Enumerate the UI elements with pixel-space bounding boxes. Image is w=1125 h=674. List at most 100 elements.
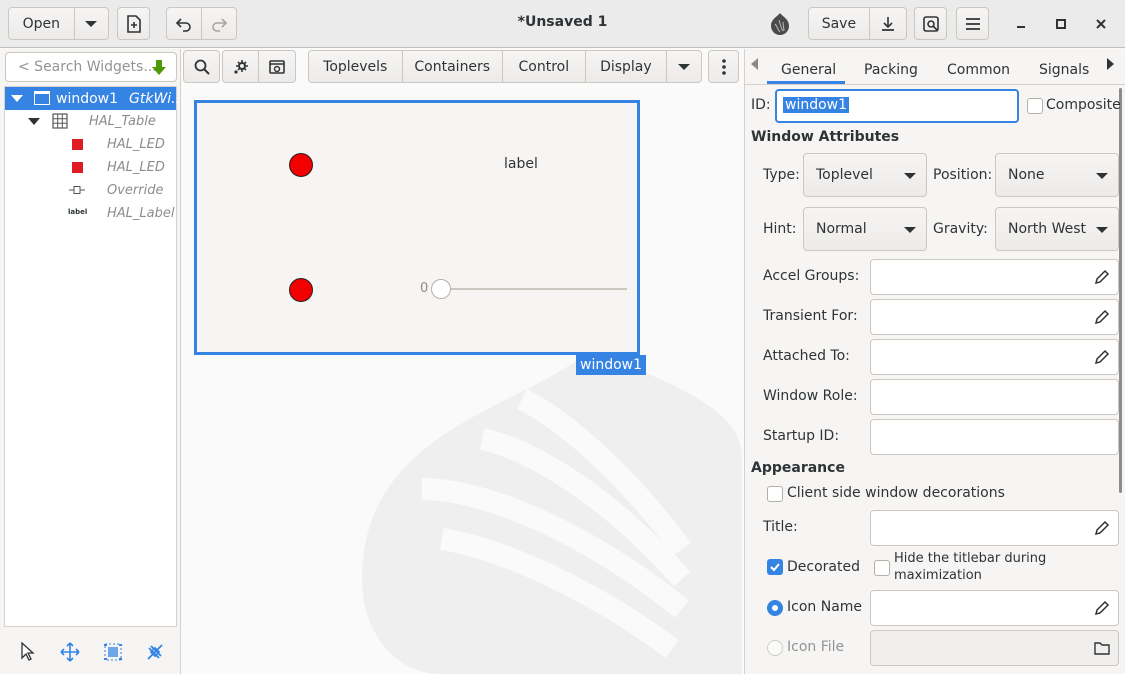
pencil-icon[interactable] [1094,269,1110,285]
hide-titlebar-label-line1: Hide the titlebar during [894,551,1047,566]
drag-resize-icon[interactable] [60,642,80,662]
maximize-button[interactable] [1047,10,1075,38]
type-combo[interactable]: Toplevel [803,153,927,197]
palette-widget-button[interactable] [259,51,295,82]
redo-button[interactable] [202,8,236,39]
palette-menu-button[interactable] [708,50,739,83]
tree-row-override[interactable]: Override [5,179,176,202]
icon-name-field[interactable] [870,590,1119,626]
tree-row-hal-table[interactable]: HAL_Table [5,110,176,133]
composite-checkbox[interactable] [1027,98,1043,114]
new-project-button[interactable] [117,7,150,40]
window1-name-tag: window1 [576,355,647,375]
gravity-combo[interactable]: North West [995,207,1119,251]
hal-led-1[interactable] [289,153,313,177]
widget-tree: window1 GtkWi.. HAL_Table HAL_LED HAL_LE… [4,86,180,627]
palette-category-toplevels[interactable]: Toplevels [309,51,403,82]
open-button[interactable]: Open [9,8,75,39]
palette-tools-group [222,50,296,83]
tab-label: General [781,62,837,78]
main-menu-button[interactable] [956,7,989,40]
icon-file-field[interactable] [870,630,1119,666]
maximize-icon [1056,19,1066,29]
csd-checkbox[interactable] [767,486,783,502]
search-widgets-input[interactable]: < Search Widgets... [5,52,177,82]
tree-item-name: HAL_Label [107,206,175,221]
pencil-icon[interactable] [1094,349,1110,365]
open-recent-dropdown[interactable] [75,8,108,39]
window-role-label: Window Role: [763,388,858,404]
new-document-icon [126,14,141,33]
decorated-checkbox[interactable] [767,559,783,575]
icon-file-radio[interactable] [767,640,783,656]
minimize-button[interactable] [1007,10,1035,38]
tabs-scroll-right-icon[interactable] [1107,58,1114,70]
arrow-down-green-icon[interactable] [150,59,168,77]
margins-icon[interactable] [103,642,123,662]
save-button[interactable]: Save [809,8,870,39]
tab-common[interactable]: Common [947,57,1010,83]
attached-to-label: Attached To: [763,348,850,364]
palette-category-containers[interactable]: Containers [403,51,503,82]
pencil-icon[interactable] [1094,520,1110,536]
tree-item-type: GtkWi.. [129,90,181,107]
attached-to-field[interactable] [870,339,1119,375]
preview-button[interactable] [914,7,947,40]
hide-titlebar-checkbox[interactable] [874,560,890,576]
type-label: Type: [763,167,800,183]
id-field[interactable]: window1 [775,89,1019,123]
expander-icon[interactable] [28,118,40,125]
minimize-icon [1017,26,1025,28]
pencil-icon[interactable] [1094,309,1110,325]
chevron-down-icon [1096,173,1108,179]
tab-packing[interactable]: Packing [864,57,918,83]
override-scale-knob[interactable] [431,279,451,299]
close-button[interactable] [1087,10,1115,38]
pencil-icon[interactable] [1094,600,1110,616]
icon-name-radio[interactable] [767,600,783,616]
startup-id-field[interactable] [870,419,1119,455]
override-scale-trough[interactable] [432,288,627,290]
tab-general[interactable]: General [781,57,836,83]
category-label: Control [518,58,570,75]
hal-label[interactable]: label [504,156,538,172]
redo-icon [212,17,228,32]
folder-icon[interactable] [1094,640,1110,656]
alignment-icon[interactable] [145,642,165,662]
chevron-down-icon [904,227,916,233]
accel-groups-field[interactable] [870,259,1119,295]
transient-for-field[interactable] [870,299,1119,335]
window1-preview[interactable]: label 0 [194,100,640,355]
window-role-field[interactable] [870,379,1119,415]
tab-label: Common [947,62,1011,78]
tab-label: Packing [864,62,918,78]
download-icon [881,16,894,31]
accel-groups-label: Accel Groups: [763,268,860,284]
palette-search-button[interactable] [184,51,219,82]
position-combo[interactable]: None [995,153,1119,197]
expander-icon[interactable] [11,95,23,102]
tree-row-window1[interactable]: window1 GtkWi.. [5,87,180,110]
save-as-button[interactable] [870,8,906,39]
tree-row-hal-led-2[interactable]: HAL_LED [5,156,176,179]
tab-signals[interactable]: Signals [1039,57,1089,83]
led-icon [72,139,83,150]
scrollbar-thumb[interactable] [1119,88,1122,493]
hal-led-2[interactable] [289,278,313,302]
tree-row-hal-label[interactable]: label HAL_Label [5,202,176,225]
tree-row-hal-led-1[interactable]: HAL_LED [5,133,176,156]
undo-button[interactable] [167,8,202,39]
palette-category-control[interactable]: Control [503,51,586,82]
tabs-scroll-left-icon[interactable] [751,58,758,70]
csd-label: Client side window decorations [787,485,1005,501]
title-label: Title: [763,519,798,535]
chevron-down-icon [1096,227,1108,233]
title-field[interactable] [870,510,1119,546]
hint-label: Hint: [763,221,797,237]
hint-combo[interactable]: Normal [803,207,927,251]
palette-gear-button[interactable] [223,51,260,82]
palette-more-dropdown[interactable] [667,51,701,82]
palette-category-display[interactable]: Display [586,51,668,82]
pointer-icon[interactable] [19,642,37,662]
label-widget-icon: label [68,208,88,216]
